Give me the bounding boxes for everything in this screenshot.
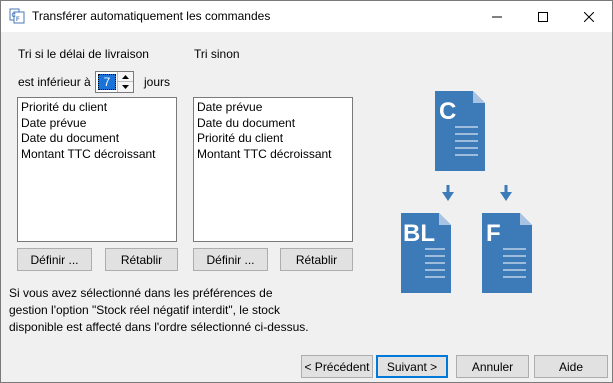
maximize-button[interactable] (520, 1, 566, 32)
info-text: Si vous avez sélectionné dans les préfér… (9, 286, 309, 334)
list-item[interactable]: Date du document (21, 131, 173, 147)
doc-left-letter: BL (403, 220, 435, 247)
invoice-document-icon: F (482, 213, 532, 293)
chevron-up-icon (122, 74, 129, 79)
dialog-window: C F Transférer automatiquement les comma… (0, 0, 613, 383)
left-sort-list[interactable]: Priorité du client Date prévue Date du d… (17, 97, 177, 242)
list-item[interactable]: Date du document (197, 116, 349, 132)
close-icon (584, 11, 594, 22)
close-button[interactable] (566, 1, 612, 32)
minimize-button[interactable] (474, 1, 520, 32)
arrow-down-icon (442, 185, 454, 201)
delivery-note-document-icon: BL (401, 213, 451, 293)
previous-button[interactable]: < Précédent (301, 355, 373, 378)
days-value[interactable]: 7 (98, 74, 116, 90)
list-item[interactable]: Date prévue (197, 100, 349, 116)
list-item[interactable]: Montant TTC décroissant (197, 147, 349, 163)
chevron-down-icon (122, 85, 129, 89)
doc-top-letter: C (439, 98, 456, 125)
right-reset-button[interactable]: Rétablir (280, 248, 353, 271)
doc-right-letter: F (486, 220, 501, 247)
inferior-label: est inférieur à (18, 75, 91, 89)
days-spinner[interactable]: 7 (95, 71, 134, 93)
arrow-down-icon (500, 185, 512, 201)
app-icon: C F (9, 8, 25, 24)
days-unit-label: jours (144, 75, 171, 89)
list-item[interactable]: Montant TTC décroissant (21, 147, 173, 163)
right-sort-label: Tri sinon (194, 47, 240, 61)
svg-text:F: F (16, 17, 20, 23)
cancel-button[interactable]: Annuler (456, 355, 529, 378)
left-reset-button[interactable]: Rétablir (105, 248, 178, 271)
minimize-icon (492, 16, 502, 17)
window-title: Transférer automatiquement les commandes (32, 9, 271, 23)
list-item[interactable]: Priorité du client (197, 131, 349, 147)
left-sort-label: Tri si le délai de livraison (18, 47, 149, 61)
right-define-button[interactable]: Définir ... (193, 248, 268, 271)
list-item[interactable]: Date prévue (21, 116, 173, 132)
document-flow-diagram: C BL F (401, 91, 532, 293)
left-define-button[interactable]: Définir ... (17, 248, 92, 271)
spin-down-button[interactable] (117, 82, 133, 92)
list-item[interactable]: Priorité du client (21, 100, 173, 116)
help-button[interactable]: Aide (534, 355, 608, 378)
maximize-icon (538, 11, 548, 22)
title-bar: C F Transférer automatiquement les comma… (1, 1, 612, 32)
right-sort-list[interactable]: Date prévue Date du document Priorité du… (193, 97, 353, 242)
spin-up-button[interactable] (117, 72, 133, 82)
next-button[interactable]: Suivant > (376, 355, 448, 378)
order-document-icon: C (435, 91, 485, 171)
